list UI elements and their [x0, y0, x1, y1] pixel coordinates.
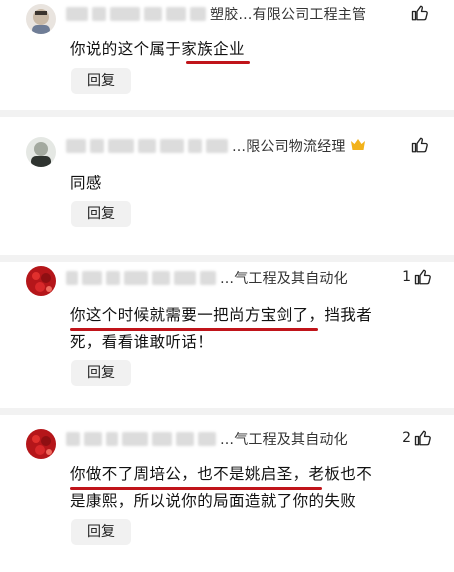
like-count: 1 [402, 269, 411, 285]
comment-text: 你说的这个属于家族企业 [70, 40, 245, 58]
highlight-underline [186, 61, 250, 64]
user-organization: …限公司物流经理 [232, 139, 346, 155]
highlight-underline [70, 487, 322, 490]
thumbs-up-icon [414, 430, 431, 446]
comment-text-line-1: 你这个时候就需要一把尚方宝剑了，挡我者 [70, 306, 373, 324]
user-organization: …气工程及其自动化 [220, 271, 348, 287]
thumbs-up-icon [414, 269, 431, 285]
comment-meta: 塑胶…有限公司工程主管 [66, 2, 454, 26]
comment-text: 同感 [70, 174, 102, 192]
comment-item: …气工程及其自动化 1 你这个时候就需要一把尚方宝剑了，挡我者 死，看看谁敢听话… [0, 262, 454, 408]
comment-item: …限公司物流经理 同感 回复 [0, 117, 454, 255]
like-count: 2 [402, 430, 411, 446]
like-button[interactable]: 2 [402, 429, 432, 447]
comment-text-line-2: 是康熙，所以说你的局面造就了你的失败 [70, 492, 357, 510]
like-button[interactable] [411, 4, 432, 22]
thumbs-up-icon [411, 5, 428, 21]
thumbs-up-icon [411, 137, 428, 153]
reply-button[interactable]: 回复 [71, 68, 131, 94]
redacted-username [66, 271, 216, 285]
user-organization: 塑胶…有限公司工程主管 [210, 7, 367, 23]
comment-text-line-1: 你做不了周培公，也不是姚启圣，老板也不 [70, 465, 373, 483]
like-button[interactable]: 1 [402, 268, 432, 286]
divider [0, 408, 454, 415]
avatar[interactable] [26, 266, 56, 296]
highlight-underline [70, 328, 318, 331]
comment-text-line-2: 死，看看谁敢听话！ [70, 333, 214, 351]
avatar[interactable] [26, 137, 56, 167]
avatar[interactable] [26, 4, 56, 34]
crown-icon [350, 138, 366, 155]
comment-meta: …气工程及其自动化 [66, 266, 454, 290]
avatar[interactable] [26, 429, 56, 459]
divider [0, 110, 454, 117]
comment-item: 塑胶…有限公司工程主管 你说的这个属于家族企业 回复 [0, 0, 454, 110]
reply-button[interactable]: 回复 [71, 360, 131, 386]
comment-item: …气工程及其自动化 2 你做不了周培公，也不是姚启圣，老板也不 是康熙，所以说你… [0, 415, 454, 572]
reply-button[interactable]: 回复 [71, 201, 131, 227]
comment-meta: …限公司物流经理 [66, 134, 454, 158]
redacted-username [66, 432, 216, 446]
comment-meta: …气工程及其自动化 [66, 427, 454, 451]
redacted-username [66, 139, 228, 153]
user-organization: …气工程及其自动化 [220, 432, 348, 448]
reply-button[interactable]: 回复 [71, 519, 131, 545]
divider [0, 255, 454, 262]
redacted-username [66, 7, 206, 21]
like-button[interactable] [411, 136, 432, 154]
